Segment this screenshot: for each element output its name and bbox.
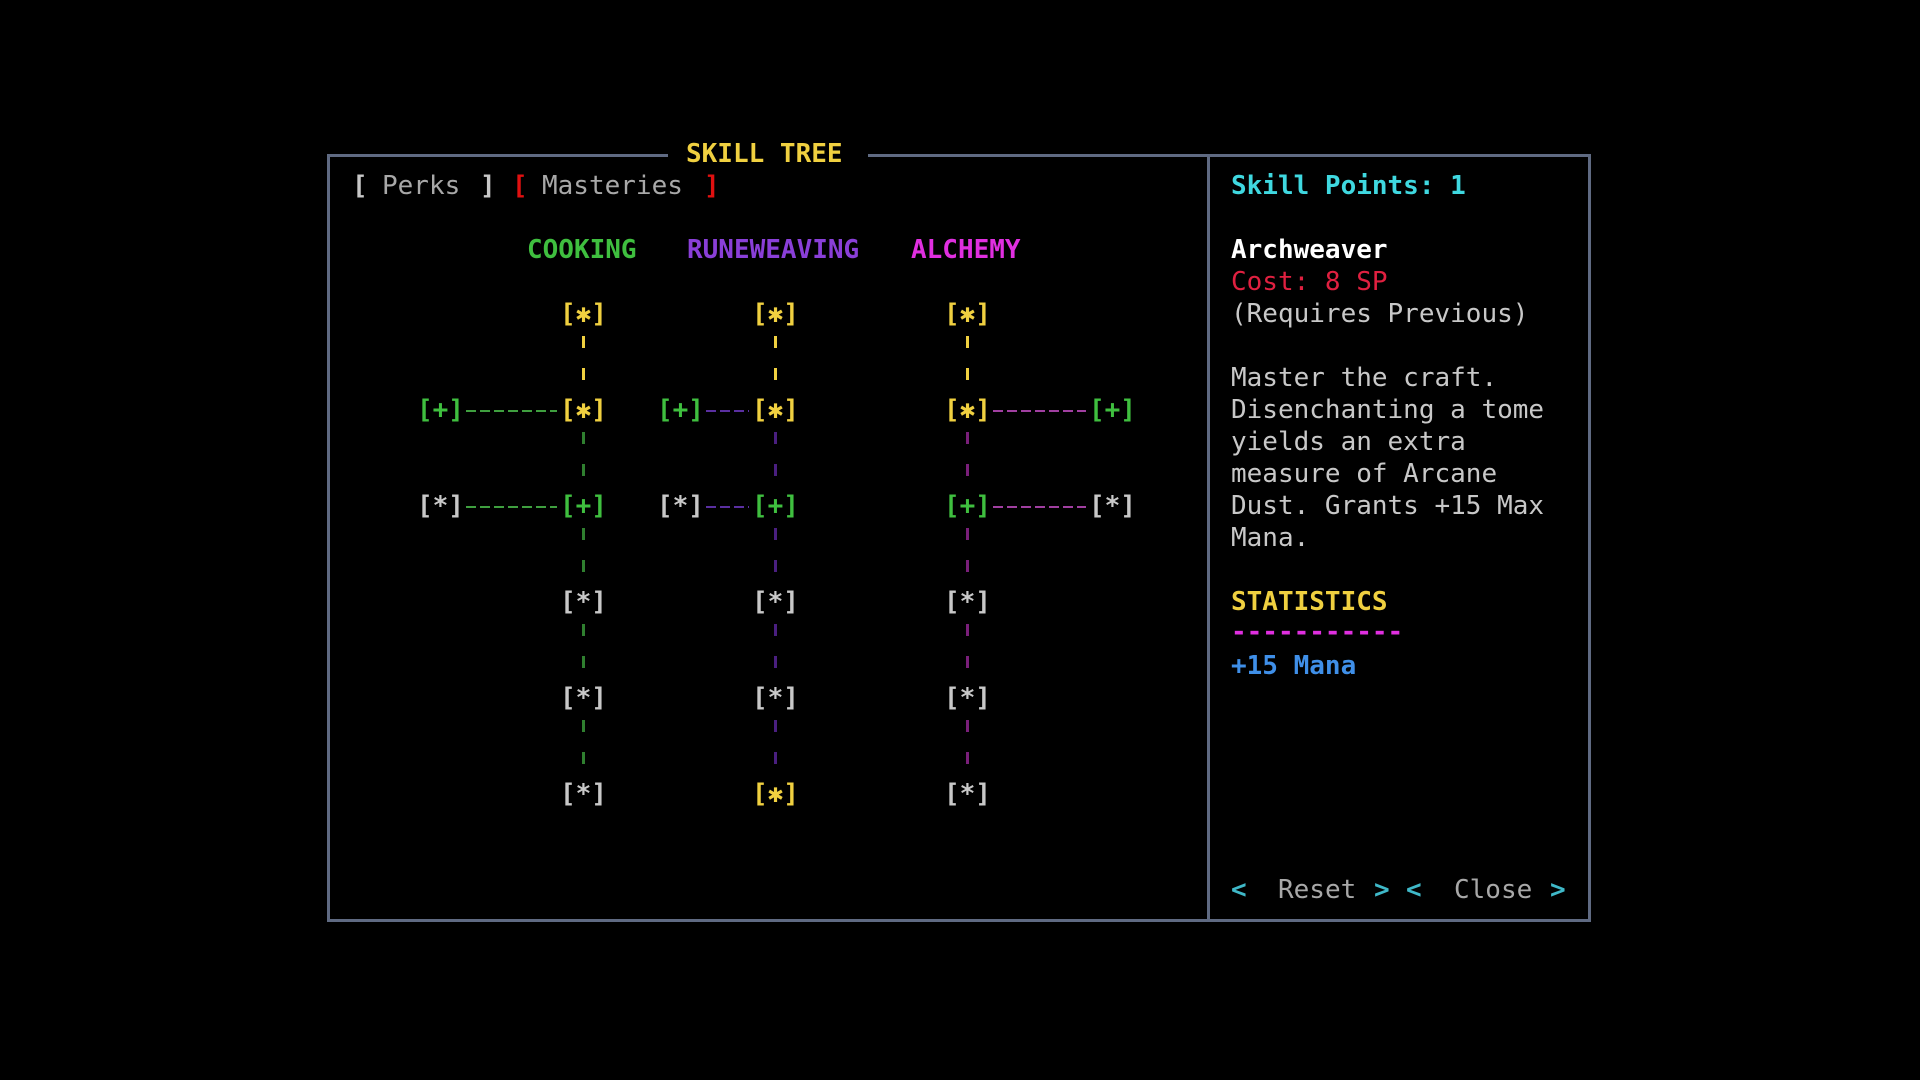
tree-header-runeweaving: RUNEWEAVING	[687, 235, 860, 265]
tree-connector	[582, 752, 585, 764]
runeweaving-node[interactable]: [✱]	[752, 298, 799, 330]
chevron-left-icon: <	[1231, 875, 1247, 905]
alchemy-node[interactable]: [*]	[944, 778, 991, 810]
tree-header-alchemy: ALCHEMY	[911, 235, 1021, 265]
tab-perks-bracket-close: ]	[480, 171, 496, 201]
tree-connector	[582, 432, 585, 444]
description-line: Mana.	[1231, 523, 1310, 553]
runeweaving-node[interactable]: [✱]	[752, 778, 799, 810]
tab-masteries-bracket-close: ]	[704, 171, 720, 201]
description-line: Disenchanting a tome	[1231, 395, 1545, 425]
tab-masteries[interactable]: Masteries	[542, 170, 683, 202]
skill-name: Archweaver	[1231, 235, 1388, 265]
tree-connector	[774, 560, 777, 572]
tree-connector	[966, 720, 969, 732]
tree-connector	[582, 336, 585, 348]
tree-connector	[774, 528, 777, 540]
tree-connector	[774, 752, 777, 764]
stat-mana: +15 Mana	[1231, 651, 1357, 681]
tab-perks[interactable]: Perks	[382, 170, 460, 202]
tree-connector	[966, 368, 969, 380]
chevron-right-icon: >	[1550, 875, 1566, 905]
window-title: SKILL TREE	[686, 139, 843, 169]
tree-connector	[966, 656, 969, 668]
branch-connector	[466, 410, 557, 412]
tree-connector	[966, 752, 969, 764]
chevron-right-icon: >	[1374, 875, 1390, 905]
description-line: Master the craft.	[1231, 363, 1498, 393]
statistics-rule: -----------	[1231, 617, 1404, 647]
runeweaving-branch-node[interactable]: [+]	[657, 394, 704, 426]
alchemy-node[interactable]: [✱]	[944, 394, 991, 426]
alchemy-node[interactable]: [*]	[944, 586, 991, 618]
skill-points-label: Skill Points: 1	[1231, 171, 1466, 201]
tree-connector	[582, 624, 585, 636]
cooking-branch-node[interactable]: [*]	[417, 490, 464, 522]
branch-connector	[993, 506, 1086, 508]
tree-connector	[774, 624, 777, 636]
alchemy-branch-node[interactable]: [+]	[1089, 394, 1136, 426]
branch-connector	[466, 506, 557, 508]
tree-connector	[966, 624, 969, 636]
runeweaving-node[interactable]: [✱]	[752, 394, 799, 426]
runeweaving-node[interactable]: [*]	[752, 586, 799, 618]
cooking-node[interactable]: [*]	[560, 586, 607, 618]
cooking-node[interactable]: [+]	[560, 490, 607, 522]
tree-connector	[582, 720, 585, 732]
cooking-node[interactable]: [✱]	[560, 298, 607, 330]
description-line: yields an extra	[1231, 427, 1466, 457]
cooking-node[interactable]: [*]	[560, 682, 607, 714]
cooking-node[interactable]: [✱]	[560, 394, 607, 426]
tree-connector	[966, 336, 969, 348]
alchemy-node[interactable]: [+]	[944, 490, 991, 522]
close-button-label: Close	[1454, 875, 1533, 905]
skill-cost: Cost: 8 SP	[1231, 267, 1388, 297]
tree-connector	[774, 368, 777, 380]
runeweaving-branch-node[interactable]: [*]	[657, 490, 704, 522]
tree-connector	[966, 528, 969, 540]
alchemy-node[interactable]: [*]	[944, 682, 991, 714]
cooking-branch-node[interactable]: [+]	[417, 394, 464, 426]
tree-connector	[774, 656, 777, 668]
tree-connector	[582, 560, 585, 572]
tree-connector	[774, 464, 777, 476]
tree-connector	[774, 720, 777, 732]
branch-connector	[993, 410, 1086, 412]
tree-connector	[966, 464, 969, 476]
skill-requirement: (Requires Previous)	[1231, 299, 1529, 329]
tree-connector	[582, 528, 585, 540]
description-line: measure of Arcane	[1231, 459, 1498, 489]
tree-connector	[966, 432, 969, 444]
alchemy-branch-node[interactable]: [*]	[1089, 490, 1136, 522]
tree-connector	[774, 336, 777, 348]
branch-connector	[706, 506, 749, 508]
statistics-header: STATISTICS	[1231, 587, 1388, 617]
alchemy-node[interactable]: [✱]	[944, 298, 991, 330]
branch-connector	[706, 410, 749, 412]
reset-button-label: Reset	[1278, 875, 1357, 905]
tree-connector	[966, 560, 969, 572]
panel-divider	[1207, 154, 1210, 922]
tree-header-cooking: COOKING	[527, 235, 637, 265]
cooking-node[interactable]: [*]	[560, 778, 607, 810]
tree-connector	[774, 432, 777, 444]
tree-connector	[582, 656, 585, 668]
runeweaving-node[interactable]: [*]	[752, 682, 799, 714]
tree-connector	[582, 464, 585, 476]
tree-connector	[582, 368, 585, 380]
tab-masteries-bracket-open: [	[512, 171, 528, 201]
chevron-left-icon: <	[1406, 875, 1422, 905]
tab-perks-bracket-open: [	[352, 171, 368, 201]
runeweaving-node[interactable]: [+]	[752, 490, 799, 522]
description-line: Dust. Grants +15 Max	[1231, 491, 1545, 521]
